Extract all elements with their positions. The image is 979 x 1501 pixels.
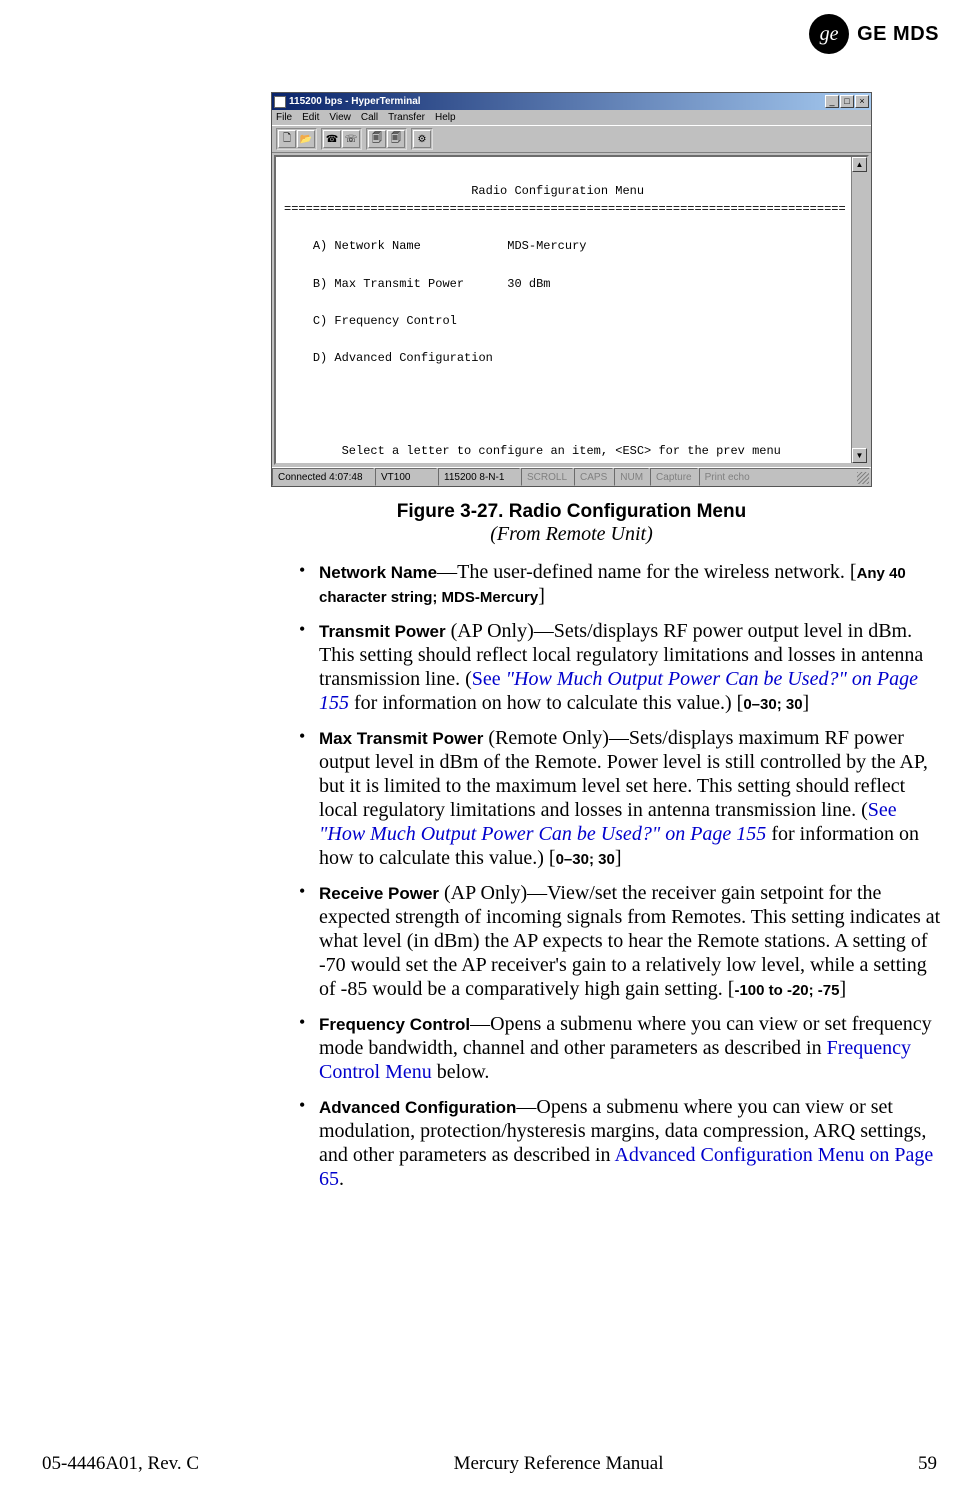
param-name: Network Name (319, 563, 437, 582)
ge-monogram-icon: ge (809, 14, 849, 54)
minimize-button[interactable]: _ (825, 95, 839, 108)
param-name: Receive Power (319, 884, 439, 903)
bullet-advanced-config: Advanced Configuration—Opens a submenu w… (297, 1095, 943, 1191)
vertical-scrollbar[interactable]: ▲ ▼ (851, 157, 867, 463)
xref-output-power[interactable]: "How Much Output Power Can be Used?" on … (319, 823, 766, 845)
param-name: Frequency Control (319, 1015, 470, 1034)
menu-file[interactable]: File (276, 112, 292, 123)
menu-call[interactable]: Call (361, 112, 378, 123)
bullet-transmit-power: Transmit Power (AP Only)—Sets/displays R… (297, 619, 943, 715)
status-capture: Capture (650, 468, 698, 486)
menu-transfer[interactable]: Transfer (388, 112, 425, 123)
footer-pagenum: 59 (918, 1453, 937, 1475)
bullet-receive-power: Receive Power (AP Only)—View/set the rec… (297, 881, 943, 1001)
toolbar-open-icon[interactable]: 📂 (297, 130, 315, 148)
hyperterminal-window: 115200 bps - HyperTerminal _ □ × File Ed… (271, 92, 872, 487)
menu-view[interactable]: View (329, 112, 351, 123)
scroll-up-icon[interactable]: ▲ (852, 157, 867, 172)
toolbar-props-icon[interactable]: ⚙ (413, 130, 431, 148)
toolbar: 🗋 📂 ☎ ☏ 🗐 🗐 ⚙ (272, 125, 871, 153)
scroll-down-icon[interactable]: ▼ (852, 448, 867, 463)
menu-edit[interactable]: Edit (302, 112, 319, 123)
app-icon (274, 96, 286, 108)
figure-caption: Figure 3-27. Radio Configuration Menu (F… (271, 501, 872, 546)
status-caps: CAPS (574, 468, 613, 486)
status-port: 115200 8-N-1 (438, 468, 520, 486)
param-name: Max Transmit Power (319, 729, 483, 748)
toolbar-call-icon[interactable]: ☎ (323, 130, 341, 148)
bullet-network-name: Network Name—The user-defined name for t… (297, 560, 943, 608)
page-footer: 05-4446A01, Rev. C Mercury Reference Man… (42, 1453, 937, 1475)
param-name: Advanced Configuration (319, 1098, 516, 1117)
caption-title: Figure 3-27. Radio Configuration Menu (271, 501, 872, 523)
terminal-text: Radio Configuration Menu ===============… (276, 157, 867, 465)
menubar: File Edit View Call Transfer Help (272, 110, 871, 125)
status-emulation: VT100 (375, 468, 437, 486)
window-title: 115200 bps - HyperTerminal (289, 96, 421, 107)
status-connection: Connected 4:07:48 (272, 468, 374, 486)
bullet-max-transmit-power: Max Transmit Power (Remote Only)—Sets/di… (297, 726, 943, 870)
titlebar: 115200 bps - HyperTerminal _ □ × (272, 93, 871, 110)
body-text: Network Name—The user-defined name for t… (297, 560, 943, 1202)
statusbar: Connected 4:07:48 VT100 115200 8-N-1 SCR… (272, 467, 871, 486)
footer-docid: 05-4446A01, Rev. C (42, 1453, 199, 1475)
param-name: Transmit Power (319, 622, 446, 641)
caption-subtitle: (From Remote Unit) (271, 523, 872, 546)
menu-help[interactable]: Help (435, 112, 456, 123)
toolbar-new-icon[interactable]: 🗋 (278, 130, 296, 148)
close-button[interactable]: × (855, 95, 869, 108)
bullet-frequency-control: Frequency Control—Opens a submenu where … (297, 1012, 943, 1084)
toolbar-hangup-icon[interactable]: ☏ (342, 130, 360, 148)
status-scroll: SCROLL (521, 468, 573, 486)
footer-title: Mercury Reference Manual (454, 1453, 664, 1475)
status-printecho: Print echo (699, 468, 870, 486)
terminal-area[interactable]: Radio Configuration Menu ===============… (274, 155, 869, 465)
maximize-button[interactable]: □ (840, 95, 854, 108)
status-num: NUM (614, 468, 649, 486)
toolbar-receive-icon[interactable]: 🗐 (387, 130, 405, 148)
brand-text: GE MDS (857, 23, 939, 46)
resize-grip-icon[interactable] (857, 472, 869, 484)
brand-logo: ge GE MDS (809, 14, 939, 54)
toolbar-send-icon[interactable]: 🗐 (368, 130, 386, 148)
